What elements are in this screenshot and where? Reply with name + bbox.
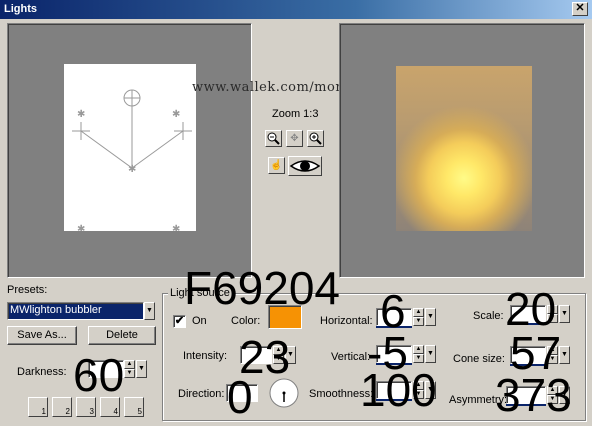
asymmetry-field[interactable] (506, 386, 546, 404)
cone-size-label: Cone size: (453, 353, 505, 365)
cone-size-slider[interactable] (510, 364, 546, 366)
asymmetry-slider-button[interactable]: ▼ (559, 386, 570, 404)
preset-slot-1[interactable]: 1 (28, 397, 48, 417)
lighting-result-preview (396, 66, 532, 231)
smoothness-spinner[interactable]: ▲ ▼ (413, 381, 424, 399)
scale-spinner[interactable]: ▲ ▼ (547, 305, 558, 323)
direction-dial-icon (269, 378, 299, 408)
smoothness-slider-button[interactable]: ▼ (425, 381, 436, 399)
preset-slot-3[interactable]: 3 (76, 397, 96, 417)
asymmetry-label: Asymmetry: (449, 394, 508, 406)
intensity-field[interactable] (240, 346, 272, 364)
vertical-slider[interactable] (376, 363, 412, 365)
on-checkbox[interactable]: ✔ (173, 315, 186, 328)
close-button[interactable]: ✕ (572, 2, 588, 16)
cone-size-field[interactable] (510, 346, 546, 364)
on-label: On (192, 315, 207, 327)
light-position-diagram[interactable]: ✱ ✱ ✱ ✱ ✱ (64, 64, 196, 235)
horizontal-spinner[interactable]: ▲ ▼ (413, 308, 424, 326)
presets-label: Presets: (7, 284, 48, 296)
scale-label: Scale: (473, 310, 504, 322)
smoothness-slider[interactable] (376, 399, 412, 401)
color-label: Color: (231, 315, 261, 327)
window-title: Lights (4, 3, 37, 15)
vertical-label: Vertical: (331, 351, 371, 363)
smoothness-label: Smoothness: (309, 388, 374, 400)
preview-eye-button[interactable] (288, 156, 322, 176)
intensity-slider-button[interactable]: ▼ (285, 346, 296, 364)
asymmetry-spinner[interactable]: ▲ ▼ (547, 386, 558, 404)
intensity-spinner[interactable]: ▲ ▼ (273, 346, 284, 364)
zoom-out-button[interactable] (265, 130, 282, 147)
title-bar: Lights ✕ (0, 0, 592, 19)
horizontal-field[interactable] (376, 308, 412, 326)
light-source-label: Light source (168, 287, 232, 299)
asymmetry-slider[interactable] (506, 404, 546, 406)
intensity-label: Intensity: (183, 350, 228, 362)
darkness-spinner[interactable]: ▲ ▼ (124, 360, 135, 378)
result-preview-pane (339, 23, 585, 278)
eye-icon (289, 160, 321, 172)
svg-text:✱: ✱ (172, 224, 180, 231)
svg-text:✱: ✱ (128, 164, 136, 175)
direction-label: Direction: (178, 388, 225, 400)
scale-slider-button[interactable]: ▼ (559, 305, 570, 323)
original-preview-pane: ✱ ✱ ✱ ✱ ✱ (7, 23, 252, 278)
preset-dropdown-button[interactable]: ▼ (144, 302, 155, 320)
cone-size-spinner[interactable]: ▲ ▼ (547, 346, 558, 364)
light-canvas[interactable]: ✱ ✱ ✱ ✱ ✱ (64, 64, 196, 235)
handle-icon: ✱ (77, 109, 85, 120)
preset-slot-2[interactable]: 2 (52, 397, 72, 417)
darkness-slider-button[interactable]: ▼ (136, 360, 147, 378)
preset-slot-5[interactable]: 5 (124, 397, 144, 417)
horizontal-label: Horizontal: (320, 315, 373, 327)
vertical-slider-button[interactable]: ▼ (425, 345, 436, 363)
svg-text:✱: ✱ (172, 109, 180, 120)
scale-field[interactable] (510, 305, 546, 323)
pan-button[interactable]: ✥ (286, 130, 303, 147)
horizontal-slider-button[interactable]: ▼ (425, 308, 436, 326)
smoothness-field[interactable] (376, 381, 412, 399)
hand-tool-button[interactable]: ☝ (268, 157, 285, 174)
cone-size-slider-button[interactable]: ▼ (559, 346, 570, 364)
preset-select[interactable]: MWlighton bubbler (7, 302, 144, 320)
save-as-button[interactable]: Save As... (7, 326, 77, 345)
zoom-in-button[interactable] (307, 130, 324, 147)
darkness-field[interactable] (88, 360, 124, 378)
horizontal-slider[interactable] (376, 326, 412, 328)
zoom-label: Zoom 1:3 (272, 108, 319, 120)
darkness-label: Darkness: (17, 366, 67, 378)
scale-slider[interactable] (510, 323, 546, 325)
preset-slot-4[interactable]: 4 (100, 397, 120, 417)
direction-field[interactable] (226, 384, 258, 402)
color-swatch[interactable] (268, 305, 302, 329)
delete-button[interactable]: Delete (88, 326, 156, 345)
direction-dial[interactable] (268, 377, 300, 409)
vertical-spinner[interactable]: ▲ ▼ (413, 345, 424, 363)
vertical-field[interactable] (376, 345, 412, 363)
svg-text:✱: ✱ (77, 224, 85, 231)
